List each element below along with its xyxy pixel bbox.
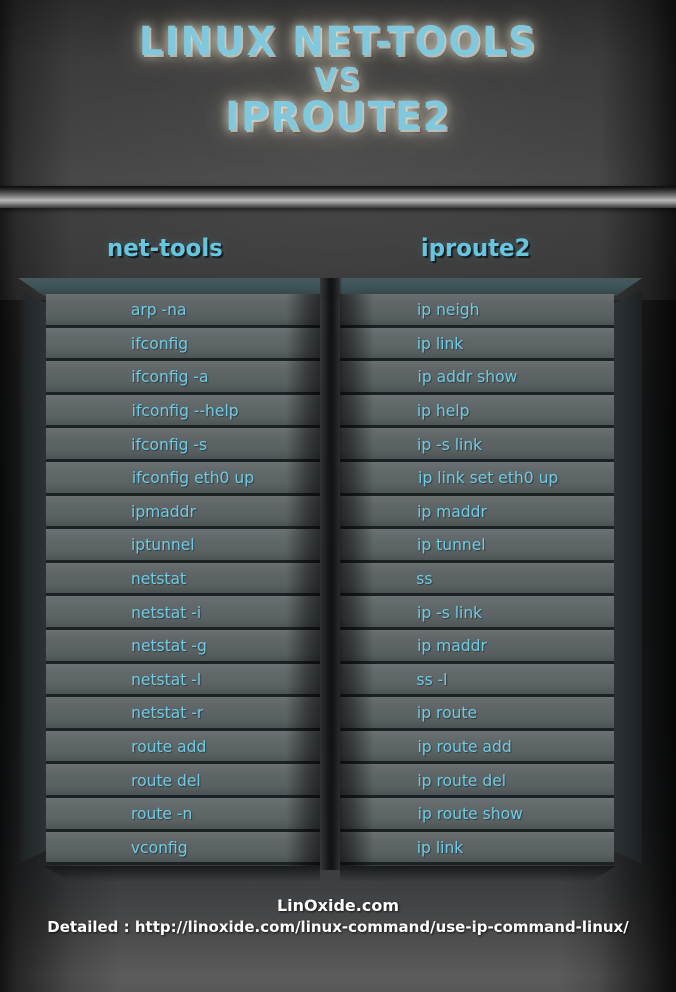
command-label: route -n bbox=[130, 804, 193, 824]
command-label: ip link bbox=[416, 837, 464, 857]
command-label: ip neigh bbox=[416, 300, 480, 320]
command-label: ip link set eth0 up bbox=[418, 468, 559, 488]
command-label: ip -s link bbox=[417, 434, 483, 454]
command-label: ip maddr bbox=[417, 501, 487, 521]
command-label: arp -na bbox=[130, 300, 187, 320]
infographic-poster: LINUX NET-TOOLS VS IPROUTE2 net-tools ip… bbox=[0, 0, 676, 992]
title-line-2: VS bbox=[314, 61, 362, 98]
command-label: ifconfig eth0 up bbox=[131, 468, 255, 488]
command-label: ip help bbox=[416, 401, 470, 421]
table-row: iptunnel bbox=[46, 529, 320, 563]
net-tools-rows: arp -na ifconfig ifconfig -a ifconfig --hel… bbox=[46, 294, 320, 866]
table-row: vconfig bbox=[46, 831, 320, 866]
command-label: route del bbox=[131, 770, 201, 790]
command-label: vconfig bbox=[130, 837, 188, 857]
table-row: ip maddr bbox=[340, 495, 614, 530]
column-side-face bbox=[612, 290, 642, 864]
footer-url-line[interactable]: Detailed : http://linoxide.com/linux-com… bbox=[0, 918, 676, 936]
command-label: ss bbox=[416, 569, 433, 589]
command-label: ip route bbox=[416, 703, 478, 723]
command-label: ip tunnel bbox=[417, 535, 486, 555]
column-header-iproute2: iproute2 bbox=[420, 234, 531, 262]
table-row: route del bbox=[46, 764, 320, 798]
command-label: netstat -l bbox=[131, 669, 202, 689]
table-row: ifconfig eth0 up bbox=[46, 461, 320, 496]
poster-title: LINUX NET-TOOLS VS IPROUTE2 bbox=[0, 22, 676, 138]
table-row: ip route add bbox=[340, 730, 614, 765]
command-label: ip maddr bbox=[417, 636, 487, 656]
table-row: ss -l bbox=[340, 663, 614, 698]
command-label: ifconfig bbox=[130, 333, 189, 353]
command-label: iptunnel bbox=[130, 535, 195, 555]
table-row: ip -s link bbox=[340, 428, 614, 462]
table-row: ss bbox=[340, 562, 614, 597]
command-label: netstat bbox=[130, 569, 187, 589]
command-label: ss -l bbox=[416, 669, 448, 689]
command-label: ifconfig -s bbox=[131, 434, 208, 454]
table-row: ip link bbox=[340, 327, 614, 362]
command-label: netstat -i bbox=[131, 602, 202, 622]
table-row: ip route bbox=[340, 697, 614, 731]
command-label: ip link bbox=[416, 333, 464, 353]
column-header-net-tools: net-tools bbox=[107, 234, 223, 262]
table-row: ip maddr bbox=[340, 629, 614, 664]
column-center-seam bbox=[320, 278, 342, 870]
title-line-3: IPROUTE2 bbox=[225, 94, 451, 141]
table-row: arp -na bbox=[46, 294, 320, 328]
command-label: ifconfig -a bbox=[131, 367, 209, 387]
column-headers: net-tools iproute2 bbox=[0, 234, 676, 274]
table-row: ifconfig --help bbox=[46, 394, 320, 429]
command-label: route add bbox=[131, 737, 207, 757]
table-row: ip addr show bbox=[340, 361, 614, 395]
table-row: ip link bbox=[340, 831, 614, 866]
title-line-1: LINUX NET-TOOLS bbox=[138, 19, 538, 65]
table-row: ip help bbox=[340, 394, 614, 429]
table-row: ifconfig -a bbox=[46, 361, 320, 395]
command-label: ip route show bbox=[417, 804, 523, 824]
table-row: netstat -r bbox=[46, 697, 320, 731]
command-label: ifconfig --help bbox=[131, 401, 239, 421]
iproute2-rows: ip neigh ip link ip addr show ip help ip -s … bbox=[340, 294, 614, 866]
table-row: netstat -i bbox=[46, 596, 320, 630]
command-label: ip addr show bbox=[417, 367, 518, 387]
table-row: ip link set eth0 up bbox=[340, 461, 614, 496]
footer-brand: LinOxide.com bbox=[276, 896, 399, 915]
table-row: route add bbox=[46, 730, 320, 765]
poster-footer: LinOxide.com Detailed : http://linoxide.… bbox=[0, 896, 676, 936]
chrome-divider-bar bbox=[0, 186, 676, 208]
command-label: netstat -g bbox=[131, 636, 207, 656]
table-row: netstat bbox=[46, 562, 320, 597]
table-row: netstat -g bbox=[46, 629, 320, 664]
command-label: ip route del bbox=[417, 770, 507, 790]
table-row: ifconfig bbox=[46, 327, 320, 362]
table-row: ifconfig -s bbox=[46, 428, 320, 462]
command-label: ip -s link bbox=[417, 602, 483, 622]
command-label: ipmaddr bbox=[131, 501, 196, 521]
table-row: ip tunnel bbox=[340, 529, 614, 563]
table-row: ip neigh bbox=[340, 294, 614, 328]
table-row: ip route del bbox=[340, 764, 614, 798]
table-row: ip -s link bbox=[340, 596, 614, 630]
table-row: route -n bbox=[46, 797, 320, 832]
table-row: netstat -l bbox=[46, 663, 320, 698]
command-label: netstat -r bbox=[131, 703, 204, 723]
column-side-face bbox=[18, 290, 48, 864]
command-label: ip route add bbox=[417, 737, 512, 757]
table-row: ipmaddr bbox=[46, 495, 320, 530]
table-row: ip route show bbox=[340, 797, 614, 832]
